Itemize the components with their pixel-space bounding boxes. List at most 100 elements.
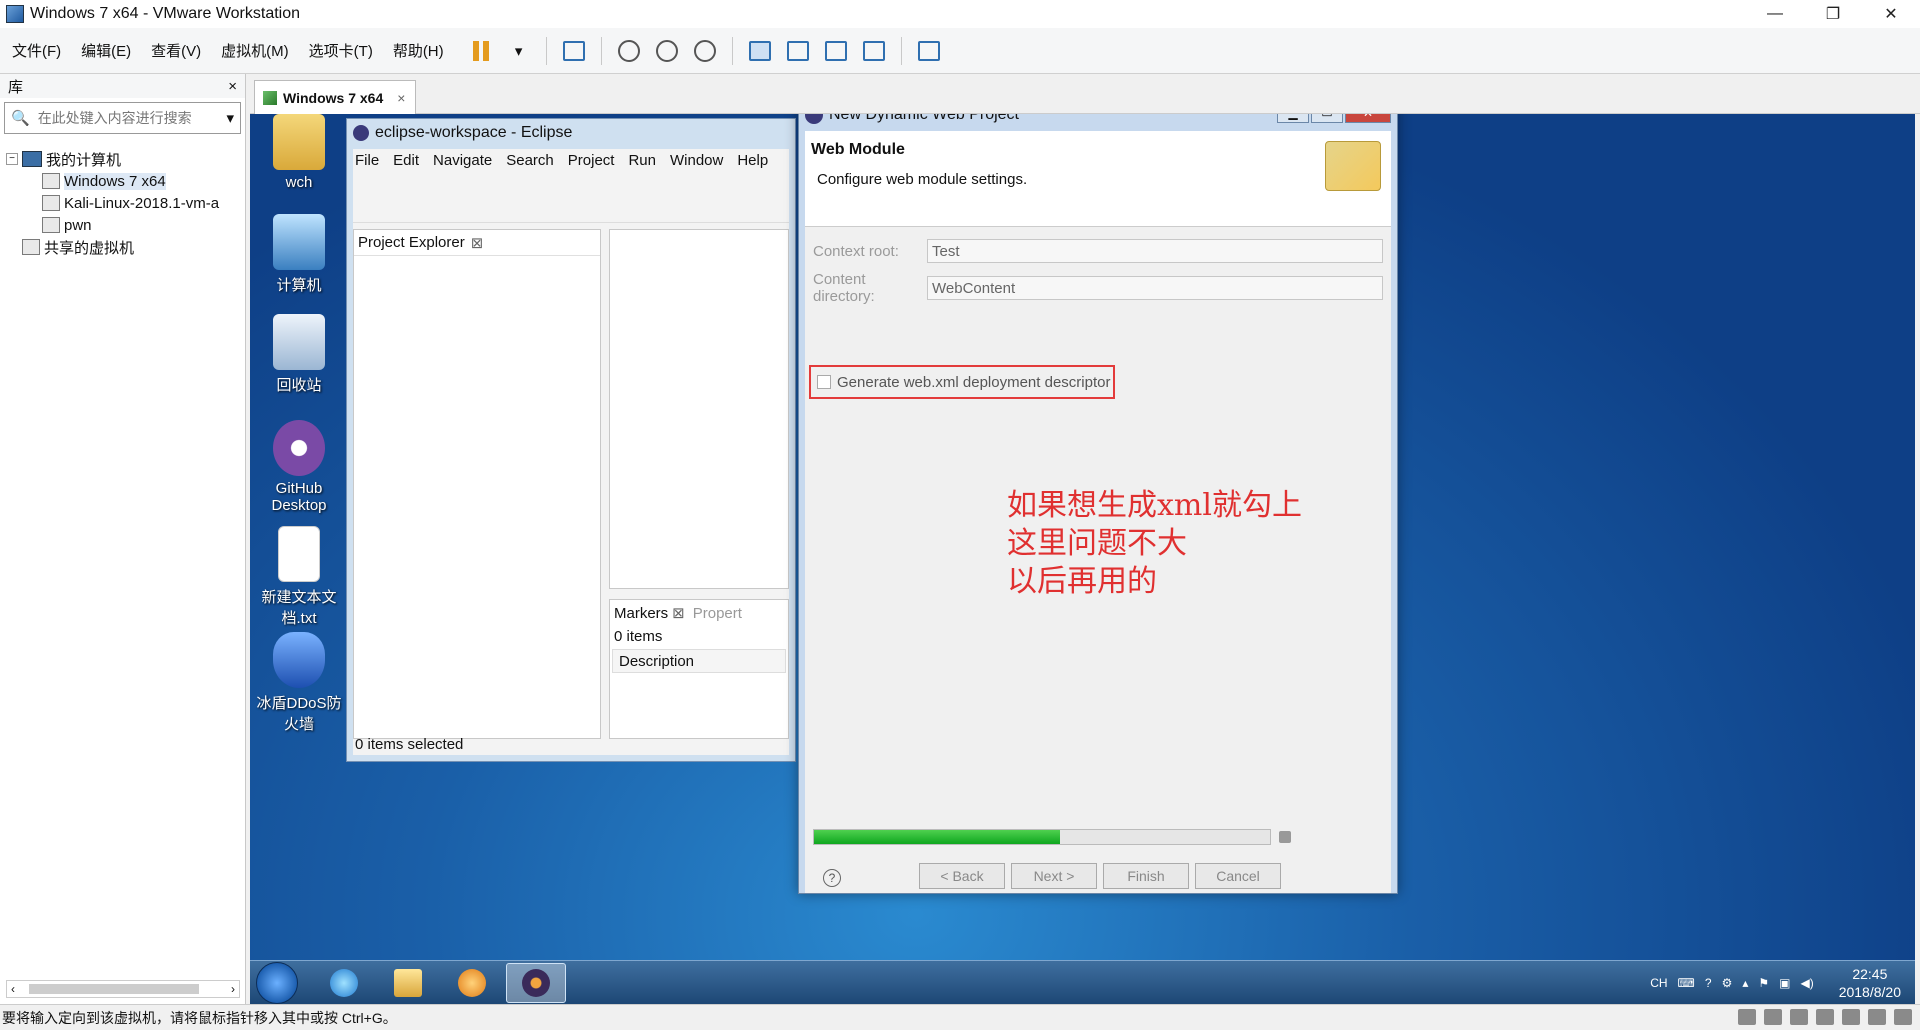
settings-icon[interactable]: ⚙ bbox=[1722, 976, 1733, 990]
taskbar-explorer[interactable] bbox=[378, 963, 438, 1003]
send-ctrl-alt-del-button[interactable] bbox=[558, 35, 590, 67]
printer-icon[interactable] bbox=[1816, 1009, 1834, 1025]
eclipse-window[interactable]: eclipse-workspace - Eclipse File Edit Na… bbox=[346, 118, 796, 762]
tab-windows7[interactable]: Windows 7 x64 × bbox=[254, 80, 416, 114]
finish-button[interactable]: Finish bbox=[1103, 863, 1189, 889]
revert-snapshot-button[interactable] bbox=[651, 35, 683, 67]
input-language[interactable]: CH bbox=[1650, 976, 1667, 990]
eclipse-menu-window[interactable]: Window bbox=[670, 152, 723, 169]
help-icon[interactable]: ? bbox=[1705, 976, 1712, 990]
restore-button[interactable]: ❐ bbox=[1804, 0, 1862, 28]
pause-dropdown[interactable]: ▾ bbox=[503, 35, 535, 67]
minimize-button[interactable]: — bbox=[1746, 0, 1804, 28]
scroll-thumb[interactable] bbox=[29, 984, 199, 994]
text-file-icon bbox=[278, 526, 320, 582]
network-icon[interactable]: ▣ bbox=[1779, 976, 1790, 990]
context-root-field[interactable]: Test bbox=[927, 239, 1383, 263]
console-view-button[interactable] bbox=[913, 35, 945, 67]
scroll-left-icon[interactable]: ‹ bbox=[11, 982, 15, 996]
eclipse-menu-run[interactable]: Run bbox=[628, 152, 656, 169]
fullscreen-button[interactable] bbox=[820, 35, 852, 67]
guest-desktop[interactable]: wch 计算机 回收站 GitHub Desktop 新建文本文档.txt 冰盾… bbox=[250, 114, 1915, 1004]
generate-webxml-label[interactable]: Generate web.xml deployment descriptor bbox=[837, 374, 1110, 391]
library-close-button[interactable]: × bbox=[228, 78, 237, 95]
pause-button[interactable] bbox=[465, 35, 497, 67]
properties-tab[interactable]: Propert bbox=[693, 605, 742, 622]
desktop-icon-computer[interactable]: 计算机 bbox=[254, 214, 344, 295]
menu-tabs[interactable]: 选项卡(T) bbox=[301, 40, 381, 61]
clock[interactable]: 22:45 2018/8/20 bbox=[1839, 965, 1901, 1001]
thumbnail-button[interactable] bbox=[782, 35, 814, 67]
scroll-right-icon[interactable]: › bbox=[231, 982, 235, 996]
menu-view[interactable]: 查看(V) bbox=[143, 40, 209, 61]
tree-item-shared[interactable]: 共享的虚拟机 bbox=[6, 236, 239, 258]
context-root-label: Context root: bbox=[813, 242, 899, 260]
eclipse-menu-search[interactable]: Search bbox=[506, 152, 554, 169]
library-hscrollbar[interactable]: ‹ › bbox=[6, 980, 240, 998]
eclipse-toolbar[interactable] bbox=[353, 171, 789, 223]
tab-close-button[interactable]: × bbox=[397, 90, 405, 106]
sound-icon[interactable] bbox=[1842, 1009, 1860, 1025]
collapse-icon[interactable]: − bbox=[6, 153, 18, 165]
new-dynamic-web-project-dialog[interactable]: New Dynamic Web Project ▁ ▭ ✕ Web Module… bbox=[798, 114, 1398, 894]
markers-tab[interactable]: Markers bbox=[614, 605, 668, 622]
network-adapter-icon[interactable] bbox=[1790, 1009, 1808, 1025]
show-hidden-icons[interactable]: ▴ bbox=[1742, 976, 1748, 990]
dialog-close-button[interactable]: ✕ bbox=[1345, 114, 1391, 123]
view-close-icon[interactable]: ⊠ bbox=[471, 234, 484, 252]
back-button[interactable]: < Back bbox=[919, 863, 1005, 889]
eclipse-status: 0 items selected bbox=[355, 735, 464, 753]
snapshot-button[interactable] bbox=[613, 35, 645, 67]
generate-webxml-checkbox[interactable] bbox=[817, 375, 831, 389]
desktop-icon-github[interactable]: GitHub Desktop bbox=[254, 420, 344, 514]
project-explorer-tab[interactable]: Project Explorer bbox=[358, 234, 465, 251]
keyboard-icon[interactable]: ⌨ bbox=[1678, 976, 1695, 990]
show-library-button[interactable] bbox=[744, 35, 776, 67]
eclipse-menu-help[interactable]: Help bbox=[737, 152, 768, 169]
dialog-minimize-button[interactable]: ▁ bbox=[1277, 114, 1309, 123]
start-button[interactable] bbox=[256, 962, 298, 1004]
markers-close-icon[interactable]: ⊠ bbox=[672, 604, 685, 622]
markers-view[interactable]: Markers ⊠ Propert 0 items Description bbox=[609, 599, 789, 739]
desktop-icon-ddos-firewall[interactable]: 冰盾DDoS防火墙 bbox=[254, 632, 344, 734]
close-button[interactable]: ✕ bbox=[1862, 0, 1920, 28]
tree-item-win7[interactable]: Windows 7 x64 bbox=[6, 170, 239, 192]
desktop-icon-wch[interactable]: wch bbox=[254, 114, 344, 191]
next-button[interactable]: Next > bbox=[1011, 863, 1097, 889]
taskbar-media-player[interactable] bbox=[442, 963, 502, 1003]
hard-disk-icon[interactable] bbox=[1738, 1009, 1756, 1025]
help-icon[interactable]: ? bbox=[823, 869, 841, 887]
ie-icon bbox=[330, 969, 358, 997]
volume-icon[interactable]: ◀) bbox=[1800, 976, 1813, 990]
cd-drive-icon[interactable] bbox=[1764, 1009, 1782, 1025]
project-explorer-view[interactable]: Project Explorer ⊠ bbox=[353, 229, 601, 739]
editor-area[interactable] bbox=[609, 229, 789, 589]
eclipse-menu-file[interactable]: File bbox=[355, 152, 379, 169]
markers-description-header[interactable]: Description bbox=[612, 649, 786, 673]
desktop-icon-recycle-bin[interactable]: 回收站 bbox=[254, 314, 344, 395]
library-search-input[interactable]: 🔍 在此处键入内容进行搜索 ▾ bbox=[4, 102, 241, 134]
message-icon[interactable] bbox=[1894, 1009, 1912, 1025]
unity-button[interactable] bbox=[858, 35, 890, 67]
dialog-maximize-button[interactable]: ▭ bbox=[1311, 114, 1343, 123]
menu-edit[interactable]: 编辑(E) bbox=[73, 40, 139, 61]
eclipse-menu-navigate[interactable]: Navigate bbox=[433, 152, 492, 169]
menu-vm[interactable]: 虚拟机(M) bbox=[213, 40, 297, 61]
menu-file[interactable]: 文件(F) bbox=[4, 40, 69, 61]
cancel-button[interactable]: Cancel bbox=[1195, 863, 1281, 889]
display-icon[interactable] bbox=[1868, 1009, 1886, 1025]
eclipse-menu-project[interactable]: Project bbox=[568, 152, 615, 169]
search-dropdown-icon[interactable]: ▾ bbox=[226, 109, 234, 127]
progress-stop-icon[interactable] bbox=[1279, 831, 1291, 843]
desktop-icon-textfile[interactable]: 新建文本文档.txt bbox=[254, 526, 344, 628]
tree-item-my-computer[interactable]: − 我的计算机 bbox=[6, 148, 239, 170]
eclipse-menu-edit[interactable]: Edit bbox=[393, 152, 419, 169]
snapshot-manager-button[interactable] bbox=[689, 35, 721, 67]
content-directory-field[interactable]: WebContent bbox=[927, 276, 1383, 300]
tree-item-pwn[interactable]: pwn bbox=[6, 214, 239, 236]
tree-item-kali[interactable]: Kali-Linux-2018.1-vm-a bbox=[6, 192, 239, 214]
taskbar-ie[interactable] bbox=[314, 963, 374, 1003]
taskbar-eclipse[interactable] bbox=[506, 963, 566, 1003]
flag-icon[interactable]: ⚑ bbox=[1758, 976, 1769, 990]
menu-help[interactable]: 帮助(H) bbox=[385, 40, 452, 61]
